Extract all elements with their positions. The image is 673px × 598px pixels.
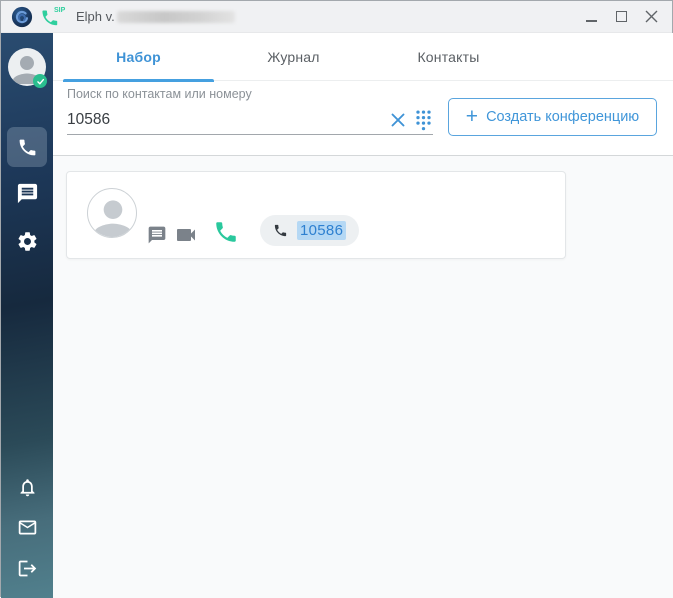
minimize-button[interactable]	[576, 1, 606, 33]
close-button[interactable]	[636, 1, 666, 33]
maximize-icon	[615, 11, 627, 22]
tab-contacts[interactable]: Контакты	[371, 33, 526, 81]
window-titlebar: SIP Elph v.	[1, 1, 672, 33]
tab-contacts-label: Контакты	[417, 49, 480, 65]
chip-phone-icon	[274, 224, 287, 237]
nav-mail-button[interactable]	[16, 516, 38, 538]
create-conference-label: Создать конференцию	[486, 109, 640, 125]
nav-settings-button[interactable]	[15, 229, 39, 253]
dialpad-icon	[416, 109, 431, 130]
maximize-button[interactable]	[606, 1, 636, 33]
chat-icon	[17, 183, 37, 203]
app-window: { "window": { "title_prefix": "Elph v.",…	[0, 0, 673, 598]
dialpad-button[interactable]	[414, 109, 433, 131]
tab-bar: Набор Журнал Контакты	[53, 33, 673, 82]
window-controls	[576, 1, 666, 33]
phone-icon	[216, 222, 236, 242]
contact-card[interactable]: 10586	[66, 171, 566, 259]
tab-dial[interactable]: Набор	[61, 33, 216, 82]
nav-notifications-button[interactable]	[16, 476, 38, 498]
chat-icon	[148, 226, 166, 244]
avatar-status-badge	[33, 74, 47, 88]
search-input[interactable]	[67, 106, 382, 133]
number-chip[interactable]: 10586	[260, 215, 360, 246]
tab-journal[interactable]: Журнал	[216, 33, 371, 81]
close-icon	[645, 10, 657, 23]
clear-search-button[interactable]	[390, 112, 406, 128]
search-row	[67, 105, 433, 135]
chat-action-button[interactable]	[147, 225, 167, 250]
video-call-button[interactable]	[174, 223, 198, 252]
window-title: Elph v.	[76, 9, 235, 24]
search-label: Поиск по контактам или номеру	[67, 87, 252, 101]
contact-avatar	[87, 188, 137, 238]
logout-icon	[18, 560, 36, 576]
chip-number: 10586	[297, 221, 347, 240]
bell-icon	[20, 478, 34, 496]
tab-journal-label: Журнал	[267, 49, 320, 65]
create-conference-button[interactable]: + Создать конференцию	[448, 98, 657, 136]
plus-icon: +	[465, 104, 479, 128]
app-logo-icon	[11, 6, 33, 27]
phone-icon	[19, 139, 35, 155]
videocam-icon	[177, 229, 195, 241]
gear-icon	[18, 231, 36, 251]
main-header: Набор Журнал Контакты Поиск по контактам…	[53, 33, 673, 156]
svg-text:SIP: SIP	[54, 7, 66, 14]
check-icon	[36, 78, 44, 84]
mail-icon	[18, 520, 36, 534]
tab-dial-label: Набор	[116, 49, 161, 65]
content-area: 10586	[53, 156, 673, 598]
minimize-icon	[585, 19, 597, 22]
call-button[interactable]	[213, 219, 239, 250]
nav-phone-button[interactable]	[7, 127, 47, 167]
sidebar	[1, 33, 53, 598]
nav-logout-button[interactable]	[16, 557, 38, 579]
close-icon	[391, 113, 405, 126]
sip-phone-icon: SIP	[42, 7, 66, 25]
nav-chats-button[interactable]	[15, 181, 39, 205]
redacted-version	[116, 10, 235, 23]
person-icon	[94, 200, 132, 237]
